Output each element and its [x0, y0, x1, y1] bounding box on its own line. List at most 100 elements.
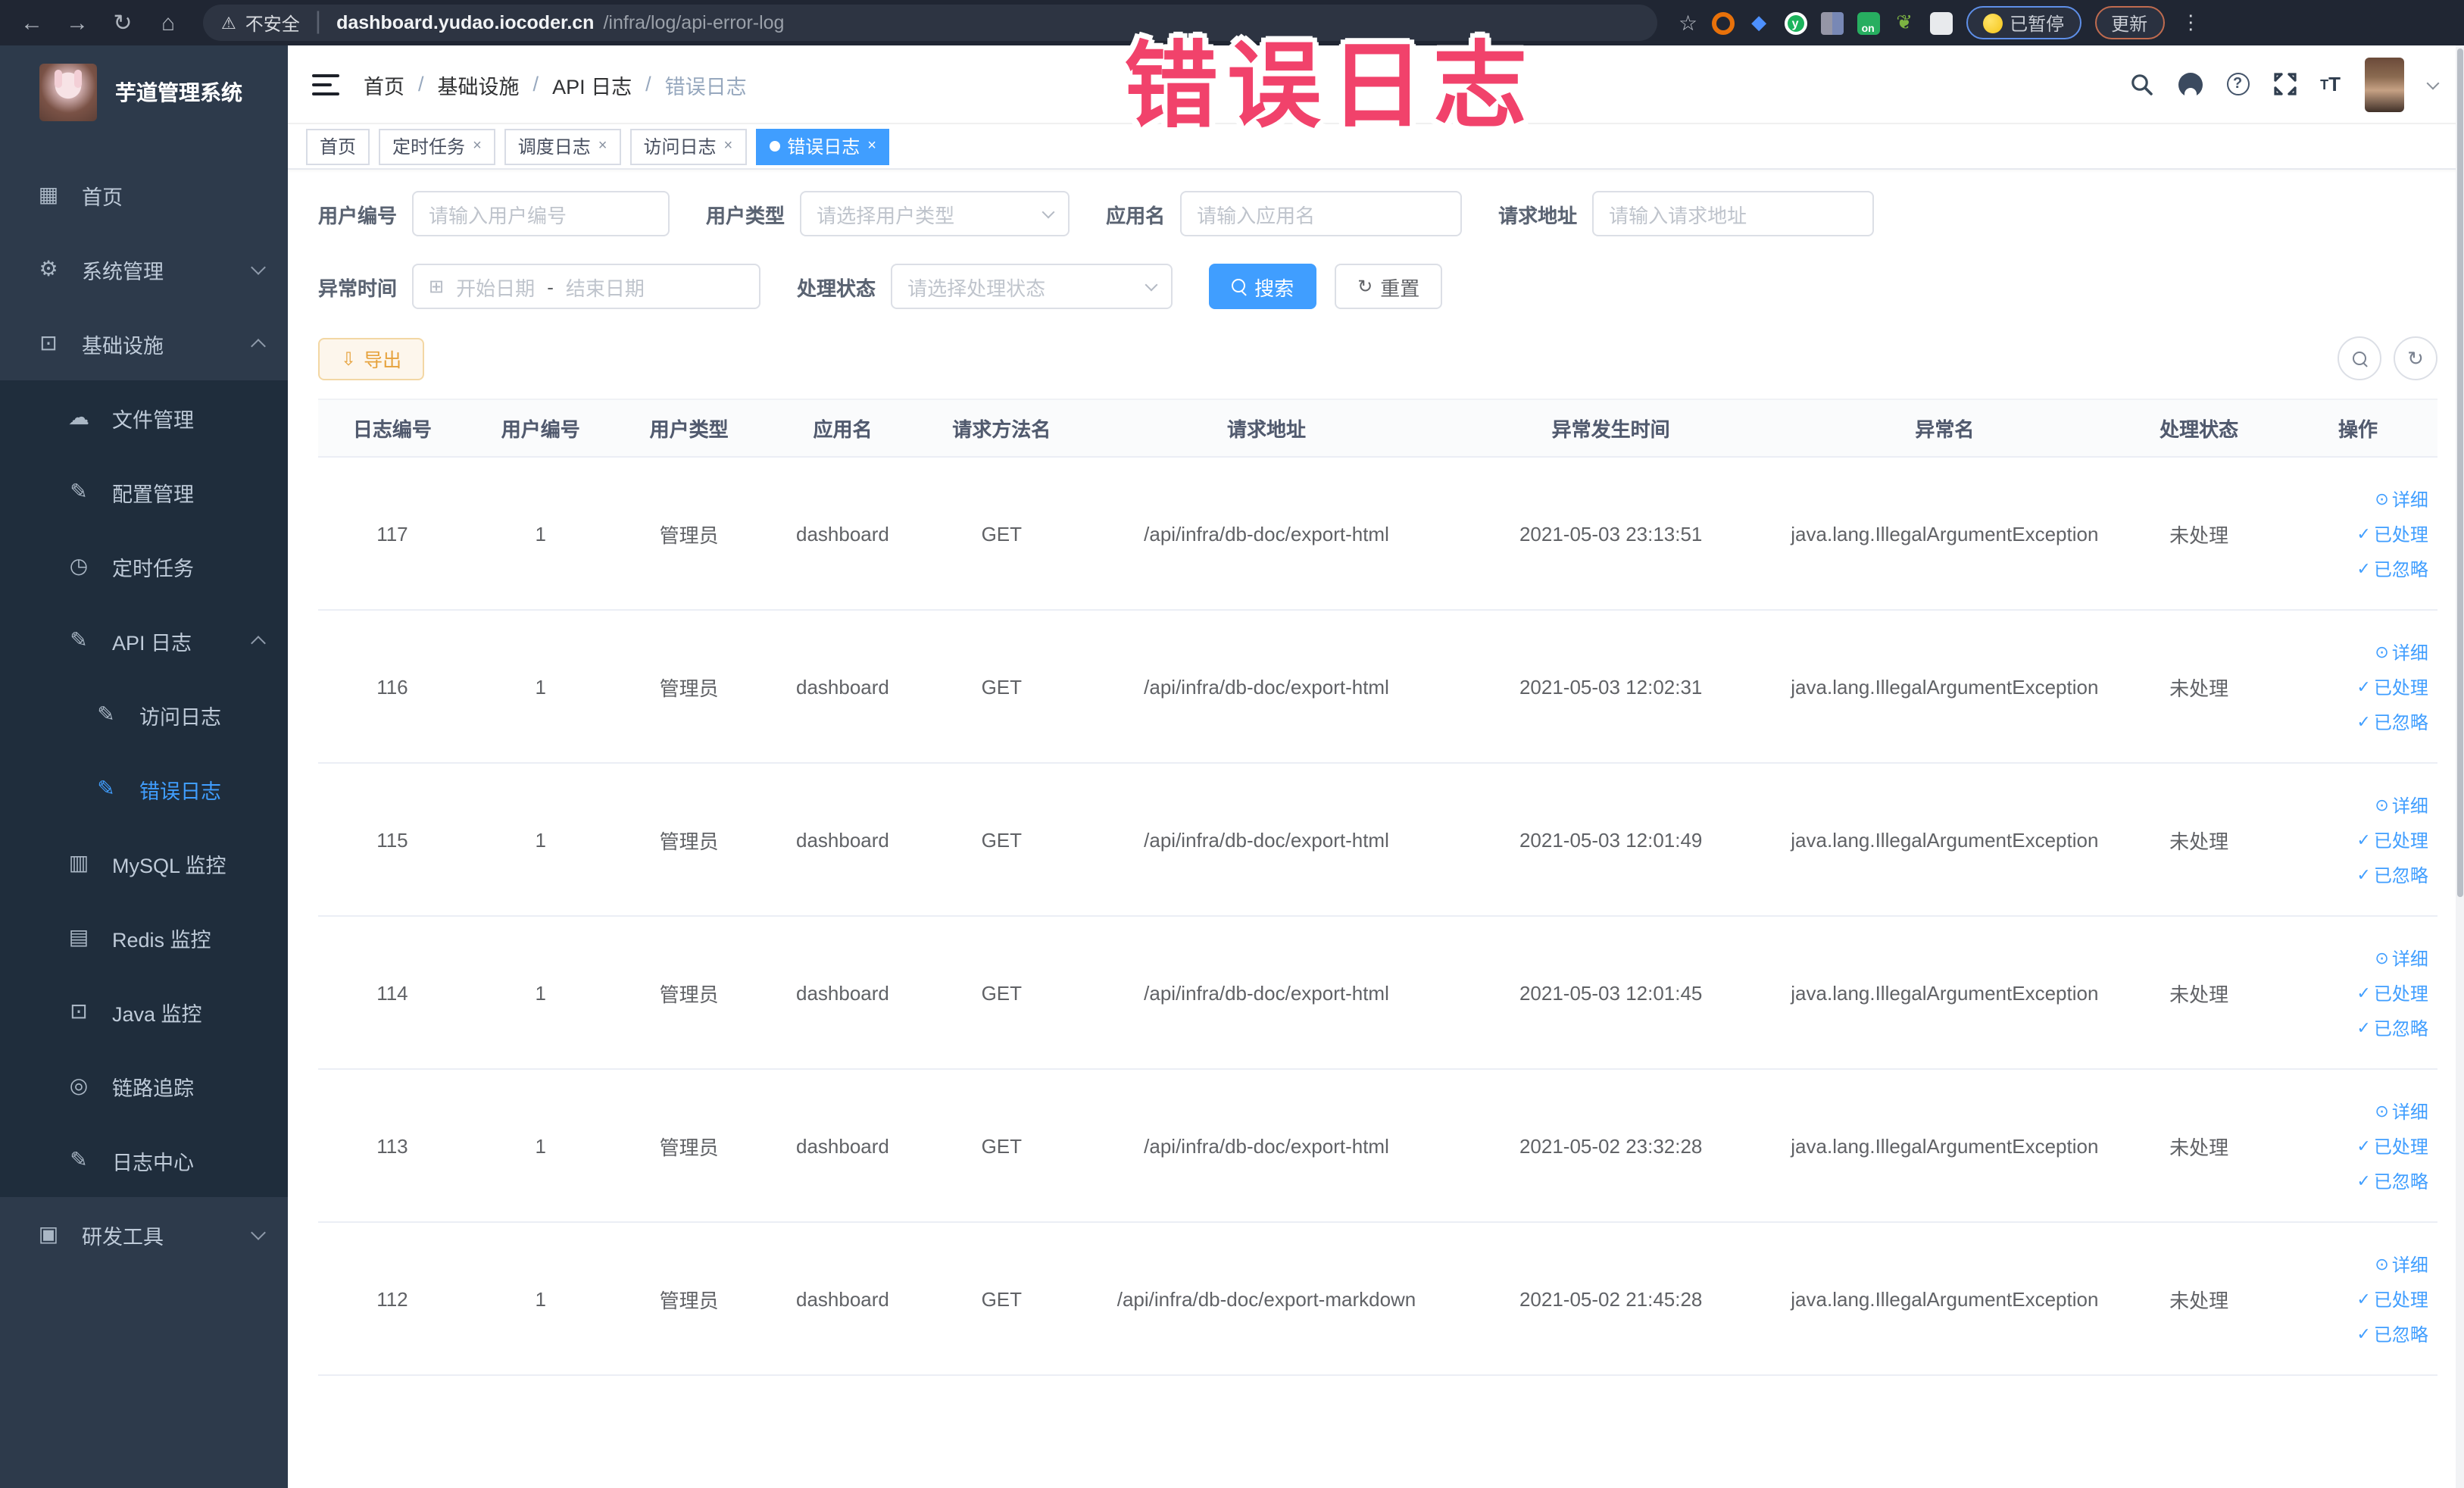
sidebar-item-MySQL-监控[interactable]: ▥ MySQL 监控 — [0, 826, 288, 900]
action-已忽略[interactable]: ✓ 已忽略 — [2356, 861, 2428, 887]
close-icon[interactable]: × — [724, 138, 733, 155]
sidebar-item-API-日志[interactable]: ✎ API 日志 — [0, 603, 288, 677]
sidebar-item-基础设施[interactable]: ⊡ 基础设施 — [0, 306, 288, 380]
request-url-input[interactable]: 请输入请求地址 — [1592, 191, 1875, 236]
extension-plant-icon[interactable]: ❦ — [1893, 11, 1916, 34]
tab-错误日志[interactable]: 错误日志 × — [755, 128, 890, 164]
action-已处理[interactable]: ✓ 已处理 — [2356, 1133, 2428, 1158]
emoji-icon — [1982, 13, 2003, 33]
github-icon[interactable] — [2178, 72, 2203, 96]
error-time-range-picker[interactable]: ⊞ 开始日期 - 结束日期 — [412, 264, 761, 309]
user-type-select[interactable]: 请选择用户类型 — [800, 191, 1070, 236]
cell-exception: java.lang.IllegalArgumentException — [1791, 675, 2099, 698]
action-已处理[interactable]: ✓ 已处理 — [2356, 520, 2428, 546]
breadcrumb-item-3[interactable]: API 日志 — [552, 69, 632, 99]
app-name-input[interactable]: 请输入应用名 — [1180, 191, 1463, 236]
sidebar-item-label: 配置管理 — [112, 483, 194, 505]
font-size-icon[interactable]: TT — [2320, 73, 2341, 95]
sidebar-item-系统管理[interactable]: ⚙ 系统管理 — [0, 232, 288, 306]
action-详细[interactable]: ⊙ 详细 — [2375, 639, 2428, 664]
reset-button[interactable]: ↻ 重置 — [1335, 264, 1443, 309]
cell-app_name: dashboard — [796, 1134, 889, 1157]
action-详细[interactable]: ⊙ 详细 — [2375, 486, 2428, 511]
cell-method: GET — [981, 522, 1023, 545]
close-icon[interactable]: × — [473, 138, 482, 155]
sidebar-item-配置管理[interactable]: ✎ 配置管理 — [0, 455, 288, 529]
eye-icon: ⊙ — [2375, 1255, 2389, 1274]
breadcrumb-item-2[interactable]: 基础设施 — [438, 69, 520, 99]
extension-blocks-icon[interactable] — [1820, 11, 1844, 34]
sidebar-item-首页[interactable]: ▦ 首页 — [0, 158, 288, 232]
sidebar-item-访问日志[interactable]: ✎ 访问日志 — [0, 677, 288, 752]
sidebar-item-错误日志[interactable]: ✎ 错误日志 — [0, 752, 288, 826]
home-icon[interactable]: ⌂ — [148, 5, 188, 41]
sidebar-item-研发工具[interactable]: ▣ 研发工具 — [0, 1197, 288, 1271]
column-header-9: 处理状态 — [2160, 418, 2239, 441]
action-详细[interactable]: ⊙ 详细 — [2375, 792, 2428, 817]
tab-访问日志[interactable]: 访问日志 × — [629, 128, 747, 164]
page-scrollbar[interactable] — [2456, 45, 2464, 1488]
action-已处理[interactable]: ✓ 已处理 — [2356, 674, 2428, 699]
sidebar-item-日志中心[interactable]: ✎ 日志中心 — [0, 1123, 288, 1197]
back-icon[interactable]: ← — [12, 5, 52, 41]
tab-调度日志[interactable]: 调度日志 × — [504, 128, 621, 164]
action-已处理[interactable]: ✓ 已处理 — [2356, 980, 2428, 1005]
forward-icon[interactable]: → — [58, 5, 97, 41]
breadcrumb-item-1[interactable]: 首页 — [364, 69, 404, 99]
extension-ubuntu-icon[interactable] — [1711, 11, 1735, 34]
sidebar-logo-row[interactable]: 芋道管理系统 — [0, 45, 288, 136]
action-已处理[interactable]: ✓ 已处理 — [2356, 827, 2428, 852]
sidebar-item-label: 链路追踪 — [112, 1077, 194, 1099]
search-icon[interactable] — [2129, 72, 2153, 96]
cell-actions: ⊙ 详细 ✓ 已处理 ✓ 已忽略 — [2278, 945, 2437, 1040]
fullscreen-icon[interactable] — [2273, 73, 2296, 95]
reload-icon[interactable]: ↻ — [103, 5, 142, 41]
extension-y-icon[interactable]: y — [1784, 11, 1807, 34]
action-详细[interactable]: ⊙ 详细 — [2375, 945, 2428, 971]
close-icon[interactable]: × — [867, 138, 876, 155]
action-已忽略[interactable]: ✓ 已忽略 — [2356, 1321, 2428, 1346]
browser-menu-icon[interactable]: ⋮ — [2178, 11, 2203, 35]
close-icon[interactable]: × — [598, 138, 607, 155]
user-id-input[interactable]: 请输入用户编号 — [412, 191, 670, 236]
scrollbar-thumb[interactable] — [2457, 48, 2463, 897]
column-header-7: 异常发生时间 — [1551, 418, 1670, 441]
extension-gem-icon[interactable]: ◆ — [1747, 11, 1770, 34]
chevron-down-icon — [251, 259, 266, 274]
sidebar-item-文件管理[interactable]: ☁ 文件管理 — [0, 380, 288, 455]
action-详细[interactable]: ⊙ 详细 — [2375, 1251, 2428, 1277]
action-已忽略[interactable]: ✓ 已忽略 — [2356, 1014, 2428, 1040]
url-path: /infra/log/api-error-log — [603, 12, 785, 33]
sidebar-item-定时任务[interactable]: ◷ 定时任务 — [0, 529, 288, 603]
export-button[interactable]: ⇩ 导出 — [318, 337, 425, 380]
tab-定时任务[interactable]: 定时任务 × — [379, 128, 495, 164]
sidebar-item-label: 定时任务 — [112, 557, 194, 580]
user-avatar[interactable] — [2365, 57, 2404, 111]
sidebar-item-Java-监控[interactable]: ⊡ Java 监控 — [0, 974, 288, 1049]
action-已忽略[interactable]: ✓ 已忽略 — [2356, 708, 2428, 734]
help-icon[interactable]: ? — [2226, 73, 2250, 95]
search-button[interactable]: 搜索 — [1209, 264, 1317, 309]
extension-on-icon[interactable]: on — [1857, 11, 1880, 34]
hamburger-icon[interactable] — [312, 73, 339, 95]
cell-method: GET — [981, 1134, 1023, 1157]
sidebar-item-Redis-监控[interactable]: ▤ Redis 监控 — [0, 900, 288, 974]
tab-首页[interactable]: 首页 — [306, 128, 370, 164]
action-已忽略[interactable]: ✓ 已忽略 — [2356, 555, 2428, 581]
cell-user_id: 1 — [535, 828, 546, 851]
action-已忽略[interactable]: ✓ 已忽略 — [2356, 1168, 2428, 1193]
action-详细[interactable]: ⊙ 详细 — [2375, 1098, 2428, 1124]
refresh-table-button[interactable]: ↻ — [2394, 336, 2437, 380]
process-status-select[interactable]: 请选择处理状态 — [891, 264, 1173, 309]
sidebar-item-链路追踪[interactable]: ◎ 链路追踪 — [0, 1049, 288, 1123]
user-menu-caret-icon[interactable] — [2426, 76, 2440, 89]
check-icon: ✓ — [2356, 1019, 2371, 1037]
column-header-4: 应用名 — [813, 418, 873, 441]
bookmark-star-icon[interactable]: ☆ — [1679, 10, 1697, 36]
extensions-puzzle-icon[interactable] — [1929, 11, 1953, 34]
update-button[interactable]: 更新 — [2094, 6, 2165, 39]
toggle-search-button[interactable] — [2338, 336, 2381, 380]
action-已处理[interactable]: ✓ 已处理 — [2356, 1286, 2428, 1311]
paused-badge[interactable]: 已暂停 — [1966, 6, 2081, 39]
main-area: 首页 / 基础设施 / API 日志 / 错误日志 ? TT 首页 定时任务 × 调度日志 × 访问日… — [288, 45, 2464, 1488]
